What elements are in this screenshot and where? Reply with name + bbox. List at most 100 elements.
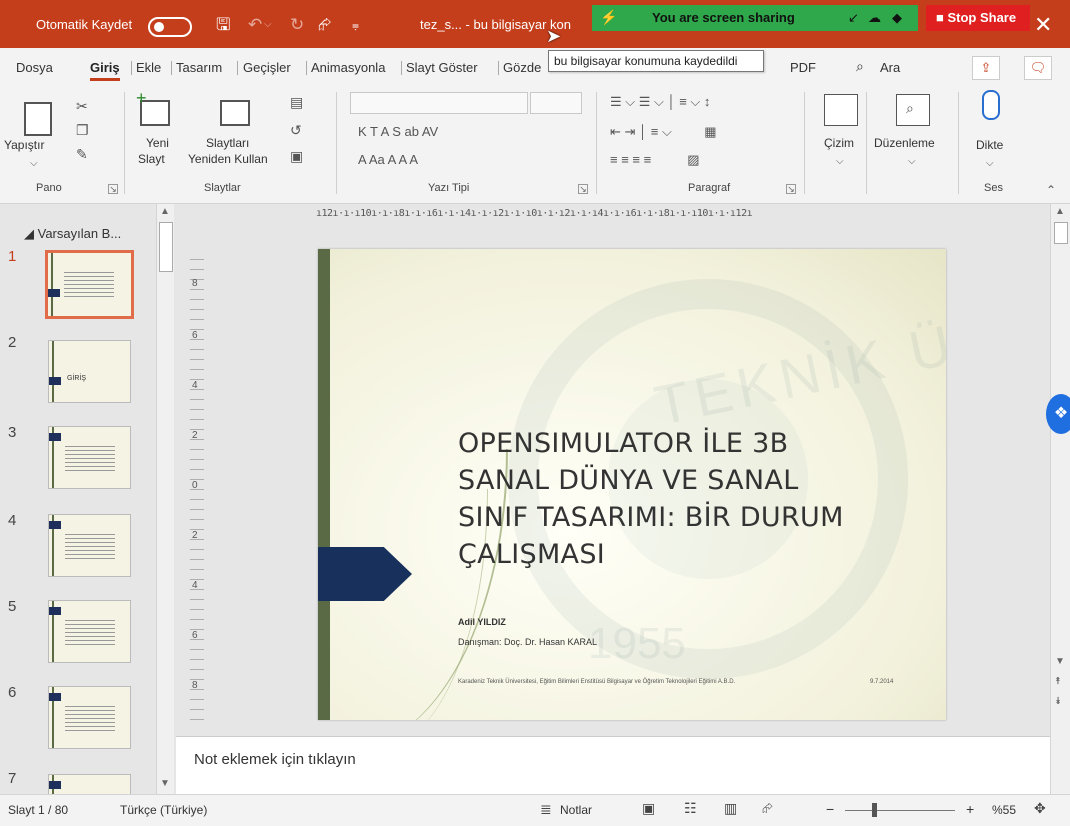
notes-icon[interactable]: ≣	[540, 801, 552, 818]
scroll-thumb[interactable]	[159, 222, 173, 272]
editing-dropdown-icon[interactable]: ⌵	[908, 154, 916, 170]
tab-ekle[interactable]: Ekle	[136, 60, 161, 75]
layout-icon[interactable]: ▤	[290, 94, 303, 110]
format-painter-icon[interactable]: ✎	[76, 146, 88, 162]
slide-author[interactable]: Adil YILDIZ	[458, 617, 506, 627]
present-icon[interactable]: ⮳	[318, 15, 332, 35]
dictate-label[interactable]: Dikte	[976, 138, 1003, 152]
section-label[interactable]: ◢ Varsayılan B...	[24, 226, 121, 242]
editing-label[interactable]: Düzenleme	[874, 136, 935, 150]
pano-launcher-icon[interactable]: ↘	[108, 184, 118, 194]
zoom-out-icon[interactable]: −	[826, 801, 834, 817]
tab-gozden-gecir[interactable]: Gözde	[503, 60, 541, 75]
font-color-buttons[interactable]: A Aa A A A	[358, 152, 418, 167]
autosave-toggle[interactable]	[148, 17, 192, 37]
menu-separator	[131, 61, 132, 75]
comments-icon[interactable]: 🗨	[1024, 56, 1052, 80]
notes-button[interactable]: Notlar	[560, 803, 592, 817]
next-slide-icon[interactable]: ⯯	[1055, 696, 1061, 707]
zoom-slider[interactable]	[845, 810, 955, 811]
slide-scrollbar[interactable]: ▲ ▼ ⯭ ⯯	[1050, 204, 1070, 794]
reset-icon[interactable]: ↺	[290, 122, 302, 138]
tab-pdf[interactable]: PDF	[790, 60, 816, 75]
tab-slayt-goster[interactable]: Slayt Göster	[406, 60, 478, 75]
slide-footer[interactable]: Karadeniz Teknik Üniversitesi, Eğitim Bi…	[458, 679, 735, 685]
new-slide-label-2[interactable]: Slayt	[138, 152, 165, 166]
indent-buttons[interactable]: ⇤ ⇥ │ ≡ ⌵ ▦	[610, 124, 717, 140]
slide-thumbnail[interactable]	[48, 514, 131, 577]
slideshow-icon[interactable]: ⮳	[762, 800, 773, 817]
reading-view-icon[interactable]: ▥	[724, 800, 737, 817]
share-icon[interactable]: ⇪	[972, 56, 1000, 80]
thumbnail-scrollbar[interactable]: ▲ ▼	[156, 204, 174, 794]
font-format-buttons[interactable]: K T A S ab AV	[358, 124, 438, 139]
stop-share-button[interactable]: ■ Stop Share	[926, 5, 1030, 31]
zoom-level[interactable]: %55	[992, 803, 1016, 817]
drawing-icon[interactable]	[824, 94, 858, 126]
paragraph-launcher-icon[interactable]: ↘	[786, 184, 796, 194]
menu-separator	[498, 61, 499, 75]
reuse-slides-label[interactable]: Slaytları	[206, 136, 249, 150]
slide-thumbnail[interactable]	[48, 426, 131, 489]
cut-icon[interactable]: ✂	[76, 98, 88, 114]
slide-thumbnail[interactable]	[45, 250, 134, 319]
slide-thumbnail[interactable]	[48, 600, 131, 663]
close-icon[interactable]: ✕	[1034, 12, 1052, 38]
copy-icon[interactable]: ❐	[76, 122, 89, 138]
undo-dropdown-icon[interactable]: ⌵	[264, 15, 272, 35]
dictate-dropdown-icon[interactable]: ⌵	[986, 156, 994, 172]
tab-animasyonlar[interactable]: Animasyonla	[311, 60, 385, 75]
paste-dropdown-icon[interactable]: ⌵	[30, 156, 38, 172]
align-buttons[interactable]: ≡ ≡ ≡ ≡ ▨	[610, 152, 700, 168]
drawing-dropdown-icon[interactable]: ⌵	[836, 154, 844, 170]
reuse-slides-label-2[interactable]: Yeniden Kullan	[188, 152, 268, 166]
drawing-label[interactable]: Çizim	[824, 136, 854, 150]
slide-thumbnail[interactable]: GİRİŞ	[48, 340, 131, 403]
microphone-icon[interactable]	[982, 90, 1000, 120]
scroll-thumb[interactable]	[1054, 222, 1068, 244]
customize-toolbar-icon[interactable]: ⩦	[352, 15, 359, 35]
list-buttons[interactable]: ☰ ⌵ ☰ ⌵ │ ≡ ⌵ ↕	[610, 94, 710, 110]
scroll-up-icon[interactable]: ▲	[1055, 206, 1065, 217]
tab-dosya[interactable]: Dosya	[16, 60, 53, 75]
font-launcher-icon[interactable]: ↘	[578, 184, 588, 194]
slide-title[interactable]: OPENSIMULATOR İLE 3B SANAL DÜNYA VE SANA…	[458, 425, 898, 573]
fit-to-window-icon[interactable]: ✥	[1034, 800, 1046, 817]
language-indicator[interactable]: Türkçe (Türkiye)	[120, 803, 207, 817]
undo-icon[interactable]: ↶	[248, 15, 262, 35]
normal-view-icon[interactable]: ▣	[642, 800, 655, 817]
save-icon[interactable]: 🖫	[216, 15, 230, 35]
new-slide-label[interactable]: Yeni	[146, 136, 169, 150]
search-label[interactable]: Ara	[880, 60, 900, 75]
redo-icon[interactable]: ↻	[290, 15, 304, 35]
scroll-up-icon[interactable]: ▲	[160, 206, 170, 217]
tab-gecisler[interactable]: Geçişler	[243, 60, 291, 75]
font-size-dropdown[interactable]	[530, 92, 582, 114]
slide-advisor[interactable]: Danışman: Doç. Dr. Hasan KARAL	[458, 637, 597, 647]
paste-icon[interactable]	[24, 102, 52, 136]
scroll-down-icon[interactable]: ▼	[160, 778, 170, 789]
tab-tasarim[interactable]: Tasarım	[176, 60, 222, 75]
slide-date[interactable]: 9.7.2014	[870, 679, 893, 685]
zoom-in-icon[interactable]: +	[966, 801, 974, 817]
previous-slide-icon[interactable]: ⯭	[1055, 676, 1061, 687]
notes-pane[interactable]: Not eklemek için tıklayın	[176, 736, 1050, 794]
collapse-ribbon-icon[interactable]: ⌃	[1046, 182, 1056, 198]
dropbox-icon[interactable]: ❖	[1046, 394, 1070, 434]
cloud-icon[interactable]: ☁	[868, 10, 881, 26]
thumb-title: GİRİŞ	[67, 375, 87, 382]
shield-icon[interactable]: ◆	[892, 10, 902, 26]
slide-thumbnail[interactable]	[48, 686, 131, 749]
search-icon[interactable]: ⌕	[856, 58, 864, 75]
font-name-dropdown[interactable]	[350, 92, 528, 114]
zoom-slider-knob[interactable]	[872, 803, 877, 817]
paste-label[interactable]: Yapıştır	[4, 138, 44, 152]
tab-giris[interactable]: Giriş	[90, 60, 120, 81]
slide-thumbnail[interactable]	[48, 774, 131, 794]
scroll-down-icon[interactable]: ▼	[1055, 656, 1065, 667]
reuse-slides-icon[interactable]	[220, 100, 250, 126]
pin-icon[interactable]: ↙	[848, 10, 859, 26]
section-icon[interactable]: ▣	[290, 148, 303, 164]
current-slide[interactable]: TEKNİK ÜNİVERSİTESİ 1955 OPENSIMULATOR İ…	[318, 249, 946, 720]
slide-sorter-icon[interactable]: ☷	[684, 800, 697, 817]
